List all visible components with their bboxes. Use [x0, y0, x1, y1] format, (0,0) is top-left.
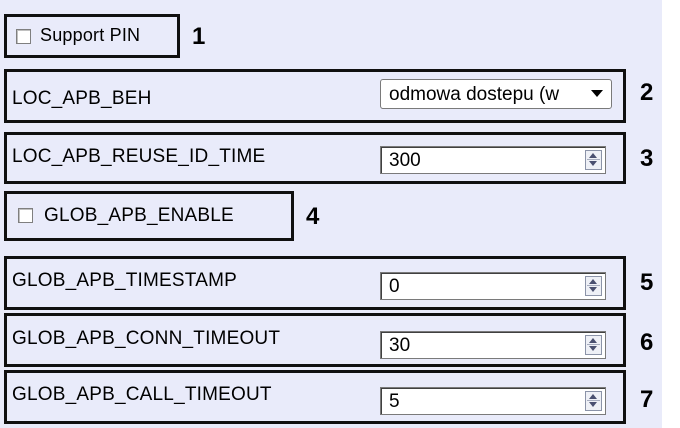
marker-2: 2: [640, 79, 654, 106]
spin-buttons[interactable]: [585, 335, 602, 355]
spin-divider: [587, 159, 600, 160]
loc-apb-reuse-id-time-value: 300: [389, 150, 421, 171]
spin-buttons[interactable]: [585, 150, 602, 170]
spin-buttons[interactable]: [585, 276, 602, 296]
spin-up-icon[interactable]: [589, 279, 597, 284]
spin-up-icon[interactable]: [589, 153, 597, 158]
glob-apb-conn-timeout-input[interactable]: 30: [380, 331, 606, 359]
glob-apb-enable-label[interactable]: GLOB_APB_ENABLE: [44, 205, 234, 227]
glob-apb-conn-timeout-label: GLOB_APB_CONN_TIMEOUT: [12, 328, 281, 349]
marker-6: 6: [640, 329, 654, 356]
marker-4: 4: [306, 203, 320, 230]
marker-3: 3: [640, 145, 654, 172]
spin-down-icon[interactable]: [589, 287, 597, 292]
glob-apb-call-timeout-value: 5: [389, 391, 400, 412]
glob-apb-timestamp-input[interactable]: 0: [380, 272, 606, 300]
spin-divider: [587, 285, 600, 286]
spin-up-icon[interactable]: [589, 338, 597, 343]
spin-divider: [587, 344, 600, 345]
spin-down-icon[interactable]: [589, 402, 597, 407]
spin-up-icon[interactable]: [589, 394, 597, 399]
loc-apb-beh-dropdown[interactable]: odmowa dostepu (w: [380, 79, 612, 109]
glob-apb-conn-timeout-value: 30: [389, 335, 411, 356]
marker-7: 7: [640, 386, 654, 413]
marker-5: 5: [640, 269, 654, 296]
spin-down-icon[interactable]: [589, 161, 597, 166]
glob-apb-call-timeout-label: GLOB_APB_CALL_TIMEOUT: [12, 384, 272, 405]
spin-down-icon[interactable]: [589, 346, 597, 351]
glob-apb-call-timeout-input[interactable]: 5: [380, 387, 606, 415]
glob-apb-timestamp-value: 0: [389, 276, 400, 297]
support-pin-label[interactable]: Support PIN: [40, 25, 140, 46]
loc-apb-reuse-id-time-input[interactable]: 300: [380, 146, 606, 174]
loc-apb-reuse-id-time-label: LOC_APB_REUSE_ID_TIME: [12, 146, 266, 167]
spin-divider: [587, 400, 600, 401]
glob-apb-enable-checkbox[interactable]: [18, 208, 33, 223]
spin-buttons[interactable]: [585, 391, 602, 411]
chevron-down-icon[interactable]: [591, 90, 603, 97]
support-pin-checkbox[interactable]: [16, 29, 31, 44]
loc-apb-beh-value: odmowa dostepu (w: [389, 84, 560, 105]
glob-apb-timestamp-label: GLOB_APB_TIMESTAMP: [12, 270, 237, 291]
loc-apb-beh-label: LOC_APB_BEH: [12, 88, 152, 109]
marker-1: 1: [192, 23, 206, 50]
